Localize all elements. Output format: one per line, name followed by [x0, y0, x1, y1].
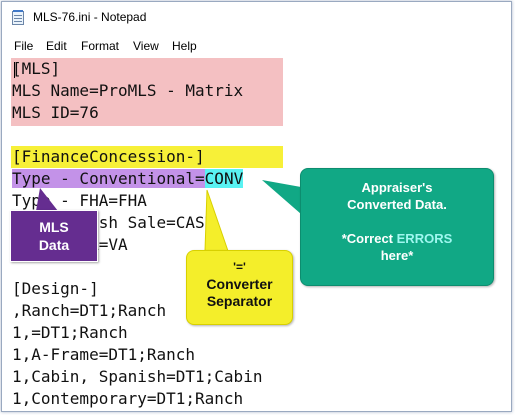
appraiser-callout-line2: Converted Data. [347, 197, 447, 212]
editor-line-highlighted: Type - Conventional=CONV [12, 168, 244, 190]
menu-edit[interactable]: Edit [46, 39, 67, 53]
menu-bar: File Edit Format View Help [2, 37, 511, 57]
editor-line: 1,A-Frame=DT1;Ranch [12, 345, 196, 364]
title-bar[interactable]: MLS-76.ini - Notepad [2, 2, 511, 32]
menu-help[interactable]: Help [172, 39, 197, 53]
appraiser-callout-line1: Appraiser's [361, 180, 433, 195]
errors-emphasis: ERRORS [396, 231, 453, 246]
correct-prefix: *Correct [341, 231, 397, 246]
menu-view[interactable]: View [133, 39, 159, 53]
menu-format[interactable]: Format [81, 39, 119, 53]
editor-line: [FinanceConcession-] [12, 147, 205, 166]
editor-line: ,Ranch=DT1;Ranch [12, 301, 167, 320]
mls-callout-line1: MLS [39, 219, 69, 235]
mls-callout-line2: Data [38, 237, 70, 253]
editor-line: 1,Cabin, Spanish=DT1;Cabin [12, 367, 263, 386]
separator-symbol: '=' [233, 260, 246, 274]
editor-line: [Design-] [12, 279, 99, 298]
mls-data-segment: Type - Conventional [12, 169, 196, 188]
converted-value-segment: CONV [204, 169, 244, 188]
converter-separator-callout: '=' Converter Separator [186, 250, 293, 325]
editor-line: 1,Contemporary=DT1;Ranch [12, 389, 244, 408]
callout-spacer [301, 213, 493, 230]
menu-file[interactable]: File [14, 39, 33, 53]
text-cursor [14, 62, 15, 78]
appraiser-callout-line3: *Correct ERRORS [301, 230, 493, 247]
editor-line: Type - FHA=FHA [12, 191, 147, 210]
notepad-icon [12, 10, 24, 25]
editor-line: [MLS] [12, 59, 61, 78]
appraiser-callout: Appraiser's Converted Data. *Correct ERR… [300, 168, 494, 286]
appraiser-callout-line4: here* [380, 248, 414, 263]
separator-callout-line1: Converter [206, 276, 273, 292]
separator-callout-line2: Separator [206, 293, 273, 309]
separator-segment: = [195, 169, 205, 188]
mls-data-callout: MLS Data [10, 210, 98, 262]
window-title: MLS-76.ini - Notepad [33, 10, 147, 24]
editor-line: MLS ID=76 [12, 103, 99, 122]
editor-line: 1,=DT1;Ranch [12, 323, 128, 342]
editor-line: MLS Name=ProMLS - Matrix [12, 81, 244, 100]
